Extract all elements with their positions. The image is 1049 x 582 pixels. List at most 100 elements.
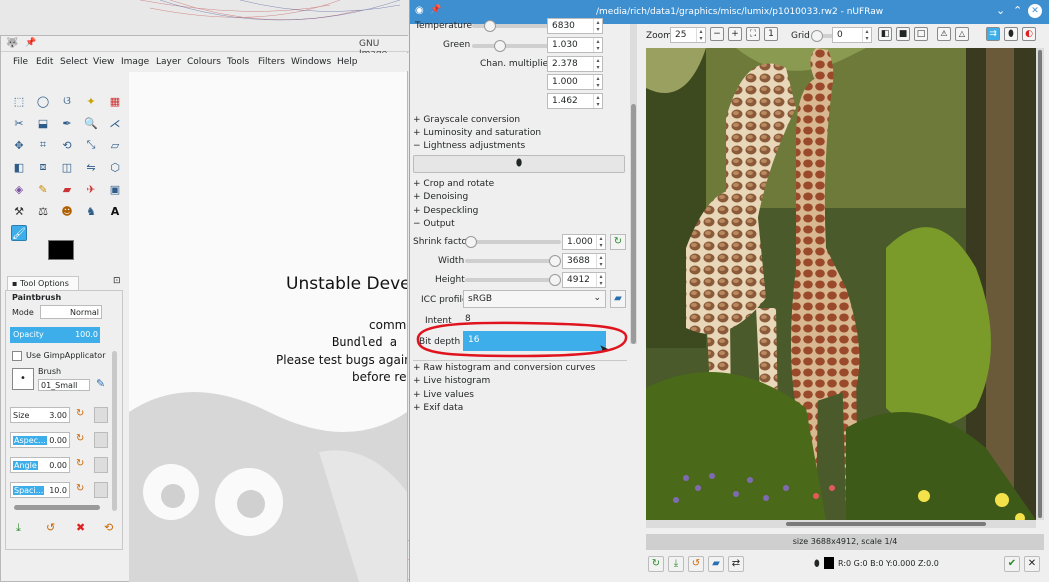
green-knob[interactable] (494, 40, 506, 52)
spin-arrows-icon[interactable]: ▴ ▾ (596, 273, 605, 287)
reset-spacing-icon[interactable]: ↻ (76, 483, 84, 494)
expander-luminosity[interactable]: + Luminosity and saturation (413, 128, 541, 138)
expander-denoising[interactable]: + Denoising (413, 192, 468, 202)
warning-overexposure-button[interactable]: ⚠ (937, 27, 951, 41)
green-spinbox[interactable]: 1.030 ▴ ▾ (547, 37, 603, 53)
eraser-icon[interactable]: ▰ (59, 181, 75, 197)
color-select-icon[interactable]: ▦ (107, 93, 123, 109)
measure-icon[interactable]: ⋌ (107, 115, 123, 131)
menu-filters[interactable]: Filters (258, 57, 285, 67)
chan-mult-r-spinbox[interactable]: 2.378 ▴ ▾ (547, 56, 603, 72)
airbrush-icon[interactable]: ✈ (83, 181, 99, 197)
size-slider[interactable]: Size 3.00 (10, 407, 70, 423)
preview-vscrollbar[interactable] (1036, 48, 1044, 520)
spin-arrows-icon[interactable]: ▴ ▾ (596, 235, 605, 249)
display-gray-button[interactable]: ◧ (878, 27, 892, 41)
warp-icon[interactable]: ◈ (11, 181, 27, 197)
expander-lightness[interactable]: − Lightness adjustments (413, 141, 525, 151)
width-spinbox[interactable]: 3688 ▴ ▾ (562, 253, 606, 269)
dodge-icon[interactable]: ♞ (83, 203, 99, 219)
add-adjustment-button[interactable]: ⬮ (413, 155, 625, 173)
raw-photo-preview[interactable] (646, 48, 1036, 520)
spin-arrows-icon[interactable]: ▴ ▾ (593, 75, 602, 89)
open-folder-icon[interactable]: ▰ (708, 556, 724, 572)
paintbrush-icon[interactable]: 🖌 (11, 225, 27, 241)
zoom-100-button[interactable]: 1 (764, 27, 778, 41)
spin-arrows-icon[interactable]: ▴ ▾ (593, 94, 602, 108)
spin-arrows-icon[interactable]: ▴ ▾ (593, 57, 602, 71)
menu-image[interactable]: Image (121, 57, 149, 67)
spin-arrows-icon[interactable]: ▴ ▾ (593, 19, 602, 33)
expander-live-values[interactable]: + Live values (413, 390, 474, 400)
minimize-icon[interactable]: ⌄ (996, 4, 1005, 17)
menu-windows[interactable]: Windows (291, 57, 331, 67)
cancel-icon[interactable]: ✕ (1024, 556, 1040, 572)
opacity-slider[interactable]: Opacity 100.0 (10, 327, 100, 343)
undo-icon[interactable]: ↺ (688, 556, 704, 572)
link-size-icon[interactable] (94, 407, 108, 423)
gimp-canvas[interactable]: Unstable Deve comm Bundled a Please test… (129, 72, 407, 582)
open-profile-icon[interactable]: ▰ (610, 290, 626, 308)
options-vscrollbar[interactable] (112, 351, 117, 511)
spin-arrows-icon[interactable]: ▴ ▾ (596, 254, 605, 268)
menu-layer[interactable]: Layer (156, 57, 181, 67)
spot-droplet-button[interactable]: ⬮ (1004, 27, 1018, 41)
green-slider[interactable] (472, 40, 558, 52)
options-icon[interactable]: ⇄ (728, 556, 744, 572)
lasso-icon[interactable]: ଓ (59, 93, 75, 109)
reset-options-icon[interactable]: ⟲ (104, 521, 113, 534)
menu-file[interactable]: File (13, 57, 28, 67)
ok-icon[interactable]: ✔ (1004, 556, 1020, 572)
scale-icon[interactable]: ⤡ (83, 137, 99, 153)
brush-name-field[interactable]: 01_Small (38, 379, 90, 391)
warning-underexposure-button[interactable]: △ (955, 27, 969, 41)
menu-help[interactable]: Help (337, 57, 358, 67)
heal-icon[interactable]: ⚖ (35, 203, 51, 219)
zoom-icon[interactable]: 🔍 (83, 115, 99, 131)
delete-options-icon[interactable]: ✖ (76, 521, 85, 534)
expander-raw-histogram[interactable]: + Raw histogram and conversion curves (413, 363, 595, 373)
spin-arrows-icon[interactable]: ▴ ▾ (862, 28, 871, 42)
aspect-slider[interactable]: Aspec... 0.00 (10, 432, 70, 448)
display-white-button[interactable]: □ (914, 27, 928, 41)
scissors-icon[interactable]: ✂ (11, 115, 27, 131)
reset-all-icon[interactable]: ↻ (648, 556, 664, 572)
spacing-slider[interactable]: Spaci... 10.0 (10, 482, 70, 498)
spin-arrows-icon[interactable]: ▴ ▾ (593, 38, 602, 52)
paths-icon[interactable]: ✒ (59, 115, 75, 131)
ellipse-select-icon[interactable]: ◯ (35, 93, 51, 109)
link-aspect-icon[interactable] (94, 432, 108, 448)
color-picker-button[interactable]: ◐ (1022, 27, 1036, 41)
save-options-icon[interactable]: ⤓ (16, 521, 21, 535)
spin-arrows-icon[interactable]: ▴ ▾ (696, 28, 705, 42)
icc-profile-select[interactable]: sRGB ⌄ (463, 290, 606, 308)
zoom-in-button[interactable]: + (728, 27, 742, 41)
temperature-slider[interactable] (472, 20, 558, 32)
zoom-out-button[interactable]: − (710, 27, 724, 41)
expander-crop[interactable]: + Crop and rotate (413, 179, 494, 189)
height-spinbox[interactable]: 4912 ▴ ▾ (562, 272, 606, 288)
temperature-knob[interactable] (484, 20, 496, 32)
image-icon[interactable]: ▣ (107, 181, 123, 197)
shrink-spinbox[interactable]: 1.000 ▴ ▾ (562, 234, 606, 250)
width-slider[interactable] (465, 255, 561, 267)
expander-grayscale[interactable]: + Grayscale conversion (413, 115, 520, 125)
link-spacing-icon[interactable] (94, 482, 108, 498)
flip-icon[interactable]: ⇋ (83, 159, 99, 175)
grid-spinbox[interactable]: 0 ▴ ▾ (832, 27, 872, 43)
pencil-icon[interactable]: ✎ (35, 181, 51, 197)
reset-size-icon[interactable]: ↻ (76, 408, 84, 419)
shrink-knob[interactable] (465, 236, 477, 248)
edit-brush-icon[interactable]: ✎ (96, 377, 105, 390)
smudge-icon[interactable]: ☻ (59, 203, 75, 219)
close-icon[interactable]: ✕ (1028, 4, 1042, 18)
foreground-color-swatch[interactable] (48, 240, 74, 260)
menu-edit[interactable]: Edit (36, 57, 53, 67)
height-knob[interactable] (549, 274, 561, 286)
text-tool-icon[interactable]: A (107, 203, 123, 219)
grid-slider[interactable] (811, 30, 833, 42)
foreground-select-icon[interactable]: ⬓ (35, 115, 51, 131)
expander-live-histogram[interactable]: + Live histogram (413, 376, 490, 386)
fuzzy-select-icon[interactable]: ✦ (83, 93, 99, 109)
chan-mult-g-spinbox[interactable]: 1.000 ▴ ▾ (547, 74, 603, 90)
